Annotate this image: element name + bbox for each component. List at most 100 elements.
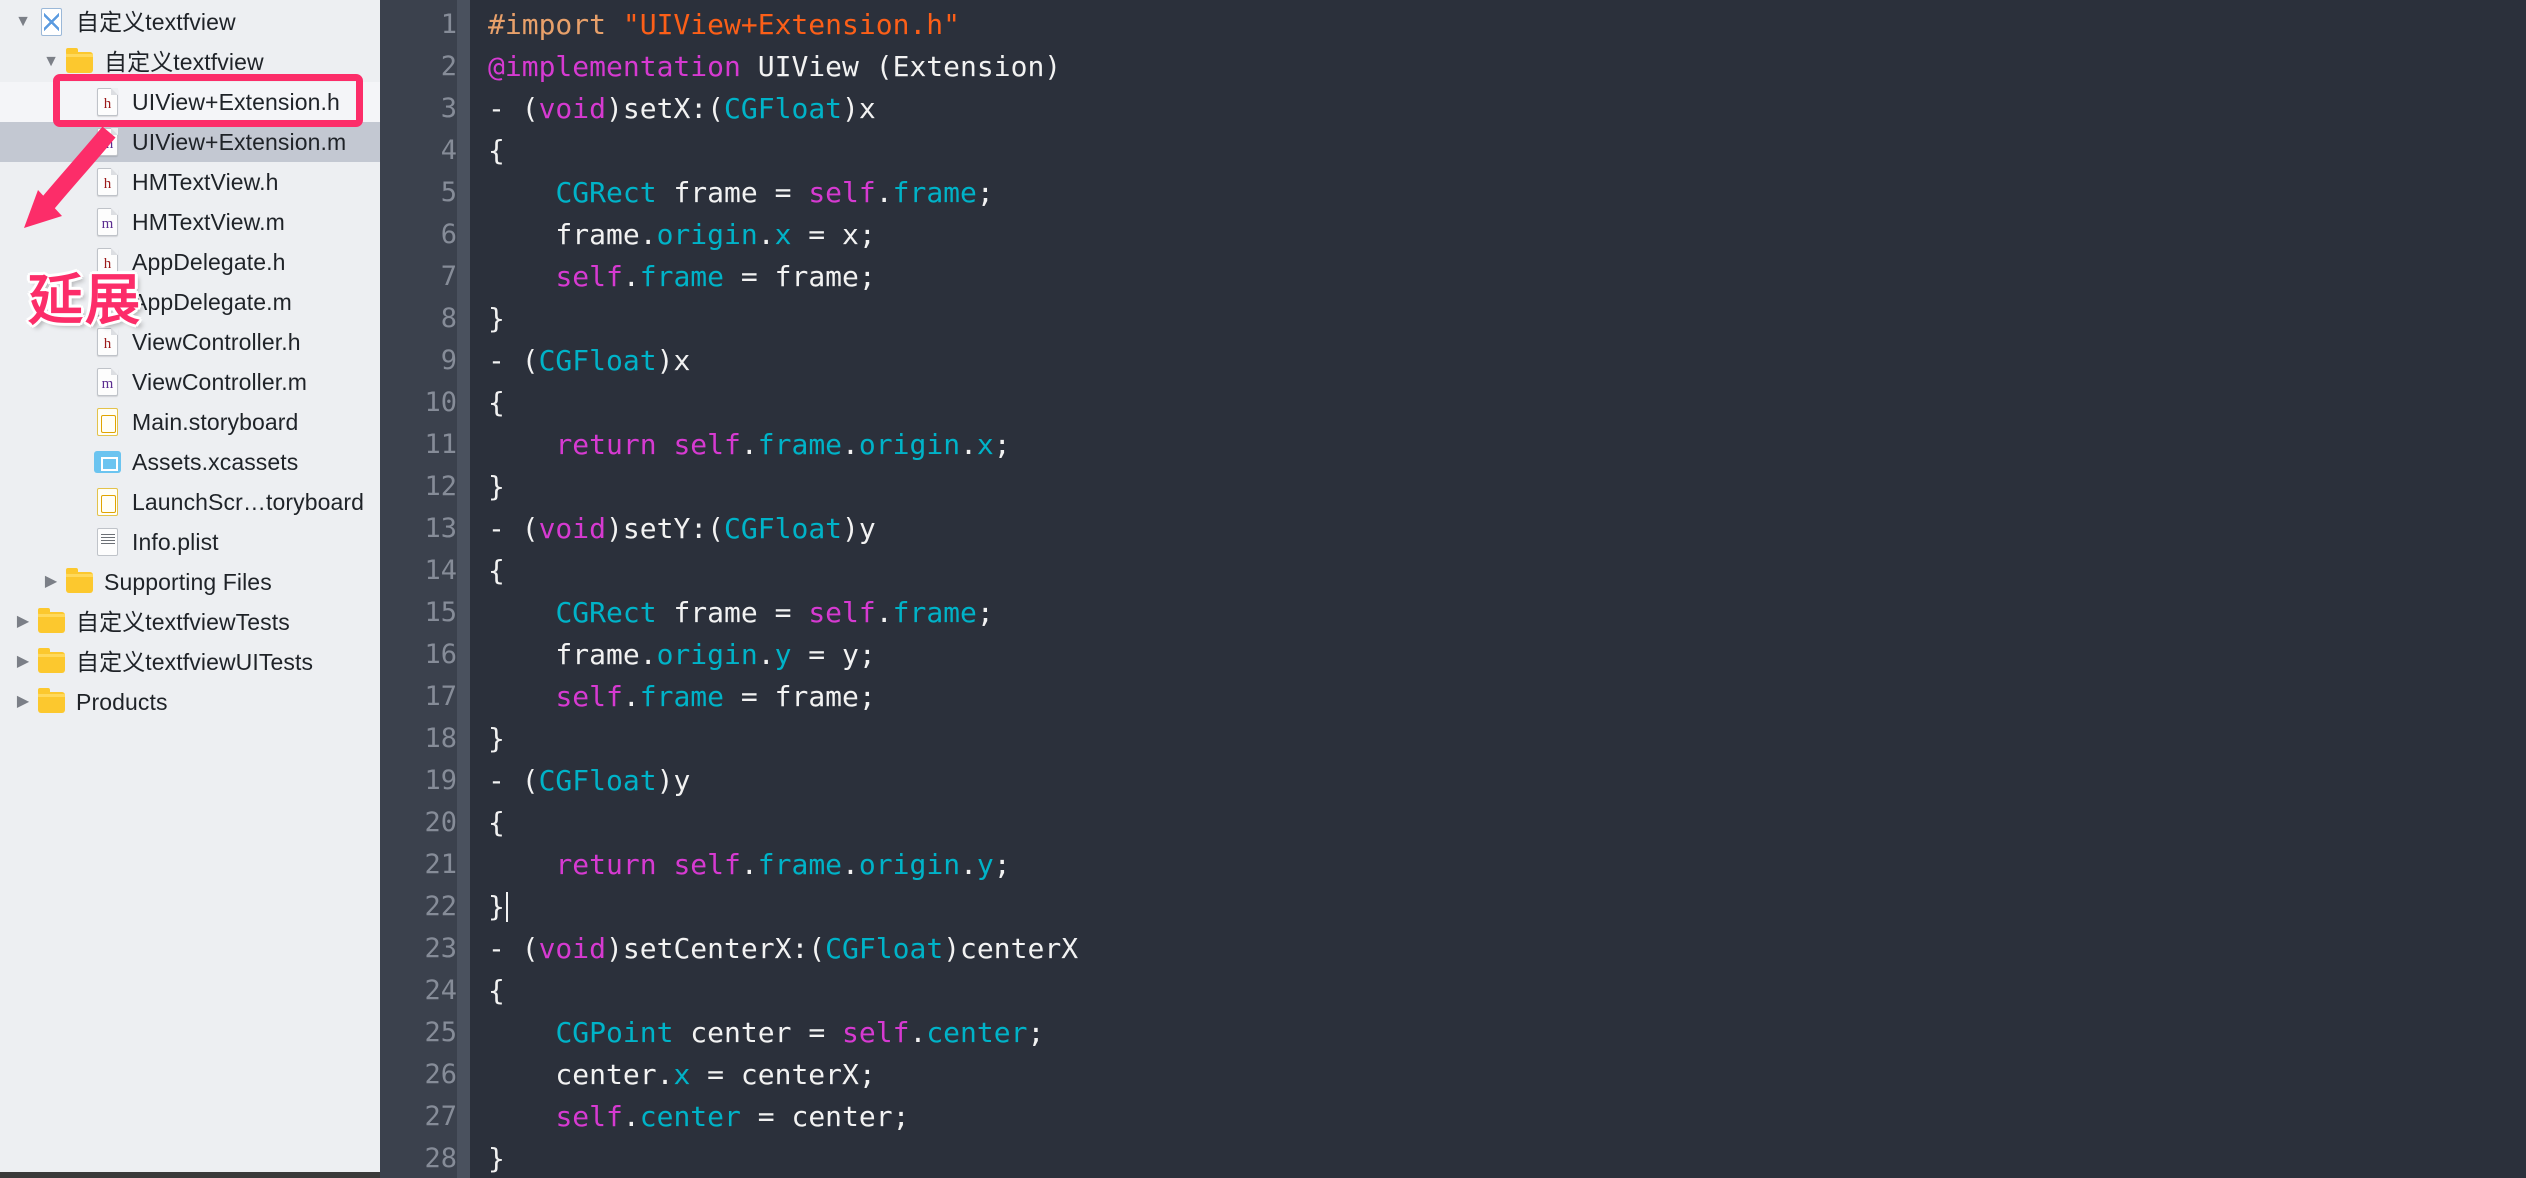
code-token-plain: )y: [656, 764, 691, 797]
code-line[interactable]: frame.origin.y = y;: [488, 634, 2526, 676]
chevron-right-icon[interactable]: ▶: [38, 574, 64, 590]
tree-item-10[interactable]: · Main.storyboard: [0, 402, 380, 442]
code-line[interactable]: {: [488, 550, 2526, 592]
tree-item-15[interactable]: ▶ 自定义textfviewTests: [0, 602, 380, 642]
tree-item-label: 自定义textfviewUITests: [76, 648, 314, 675]
disclosure-spacer: ·: [66, 94, 92, 110]
code-line[interactable]: {: [488, 970, 2526, 1012]
code-token-plain: = x;: [791, 218, 876, 251]
file-tree[interactable]: ▼自定义textfview▼自定义textfview·hUIView+Exten…: [0, 0, 380, 722]
chevron-right-icon[interactable]: ▶: [10, 614, 36, 630]
code-line[interactable]: self.frame = frame;: [488, 256, 2526, 298]
tree-item-0[interactable]: ▼ 自定义textfview: [0, 2, 380, 42]
code-line[interactable]: }: [488, 1138, 2526, 1178]
code-token-kw: self: [555, 680, 623, 713]
code-line[interactable]: return self.frame.origin.x;: [488, 424, 2526, 466]
tree-item-14[interactable]: ▶ Supporting Files: [0, 562, 380, 602]
code-line[interactable]: - (void)setX:(CGFloat)x: [488, 88, 2526, 130]
code-line[interactable]: CGRect frame = self.frame;: [488, 172, 2526, 214]
code-token-plain: .: [960, 428, 977, 461]
code-token-type: CGRect: [555, 176, 657, 209]
tree-item-17[interactable]: ▶ Products: [0, 682, 380, 722]
code-token-type: y: [774, 638, 792, 671]
code-text-area[interactable]: #import "UIView+Extension.h" @implementat…: [470, 0, 2526, 1178]
code-line[interactable]: - (CGFloat)y: [488, 760, 2526, 802]
code-line[interactable]: - (CGFloat)x: [488, 340, 2526, 382]
code-token-plain: )setY:(: [606, 512, 725, 545]
code-line[interactable]: center.x = centerX;: [488, 1054, 2526, 1096]
header-file-icon: h: [92, 86, 122, 118]
code-line[interactable]: {: [488, 802, 2526, 844]
tree-item-label: AppDelegate.h: [132, 248, 286, 275]
code-token-plain: ;: [993, 428, 1011, 461]
code-token-plain: {: [488, 134, 505, 167]
code-token-plain: - (: [488, 512, 539, 545]
code-token-plain: - (: [488, 92, 539, 125]
code-token-plain: }: [488, 722, 505, 755]
code-line[interactable]: - (void)setCenterX:(CGFloat)centerX: [488, 928, 2526, 970]
code-editor-pane[interactable]: 1 2 3 4 5 6 7 8 9 10 11 12 13 14 15 16 17 18 19 20 21 22 23 24 2…: [380, 0, 2526, 1178]
code-token-kw: self: [673, 428, 741, 461]
code-line[interactable]: self.center = center;: [488, 1096, 2526, 1138]
code-token-plain: ;: [976, 596, 994, 629]
tree-item-13[interactable]: · Info.plist: [0, 522, 380, 562]
code-line[interactable]: @implementation UIView (Extension): [488, 46, 2526, 88]
code-token-str: "UIView+Extension.h": [622, 8, 961, 41]
code-line[interactable]: - (void)setY:(CGFloat)y: [488, 508, 2526, 550]
code-token-type: CGFloat: [724, 512, 843, 545]
tree-item-1[interactable]: ▼ 自定义textfview: [0, 42, 380, 82]
folder-icon: [64, 566, 94, 598]
code-token-kw: self: [808, 596, 876, 629]
folder-icon: [36, 646, 66, 678]
tree-item-9[interactable]: ·m ViewController.m: [0, 362, 380, 402]
code-token-kw: return: [555, 428, 657, 461]
code-token-kw: self: [808, 176, 876, 209]
tree-item-label: ViewController.m: [132, 368, 308, 395]
code-line[interactable]: {: [488, 382, 2526, 424]
window-bottom-strip: [0, 1172, 380, 1178]
code-line[interactable]: }: [488, 718, 2526, 760]
chevron-down-icon[interactable]: ▼: [38, 54, 64, 70]
code-line[interactable]: self.frame = frame;: [488, 676, 2526, 718]
code-token-type: frame: [639, 260, 725, 293]
code-line[interactable]: }: [488, 298, 2526, 340]
code-line[interactable]: CGRect frame = self.frame;: [488, 592, 2526, 634]
code-line[interactable]: }: [488, 886, 2526, 928]
tree-item-2[interactable]: ·h UIView+Extension.h: [0, 82, 380, 122]
code-token-plain: {: [488, 806, 505, 839]
tree-item-11[interactable]: · Assets.xcassets: [0, 442, 380, 482]
code-token-type: CGFloat: [538, 764, 657, 797]
chevron-right-icon[interactable]: ▶: [10, 654, 36, 670]
chevron-down-icon[interactable]: ▼: [10, 14, 36, 30]
code-line[interactable]: #import "UIView+Extension.h": [488, 4, 2526, 46]
storyboard-icon: [92, 406, 122, 438]
code-token-type: frame: [757, 428, 843, 461]
code-token-type: frame: [892, 596, 977, 629]
code-line[interactable]: }: [488, 466, 2526, 508]
code-token-plain: .: [842, 848, 859, 881]
tree-item-12[interactable]: · LaunchScr…toryboard: [0, 482, 380, 522]
code-token-plain: = frame;: [724, 680, 876, 713]
code-token-kw: void: [538, 932, 607, 965]
gutter-edge-strip: [457, 0, 470, 1178]
code-line[interactable]: {: [488, 130, 2526, 172]
code-token-plain: .: [740, 848, 758, 881]
code-line[interactable]: return self.frame.origin.y;: [488, 844, 2526, 886]
tree-item-16[interactable]: ▶ 自定义textfviewUITests: [0, 642, 380, 682]
chevron-right-icon[interactable]: ▶: [10, 694, 36, 710]
code-token-type: CGPoint: [555, 1016, 674, 1049]
disclosure-spacer: ·: [66, 414, 92, 430]
code-token-pre: #import: [488, 8, 623, 41]
annotation-arrow-icon: [24, 126, 116, 228]
code-token-kw: return: [555, 848, 657, 881]
code-line[interactable]: frame.origin.x = x;: [488, 214, 2526, 256]
code-line[interactable]: CGPoint center = self.center;: [488, 1012, 2526, 1054]
code-token-kw: self: [673, 848, 741, 881]
code-token-type: frame: [639, 680, 725, 713]
code-token-plain: )x: [656, 344, 691, 377]
code-token-plain: .: [960, 848, 977, 881]
